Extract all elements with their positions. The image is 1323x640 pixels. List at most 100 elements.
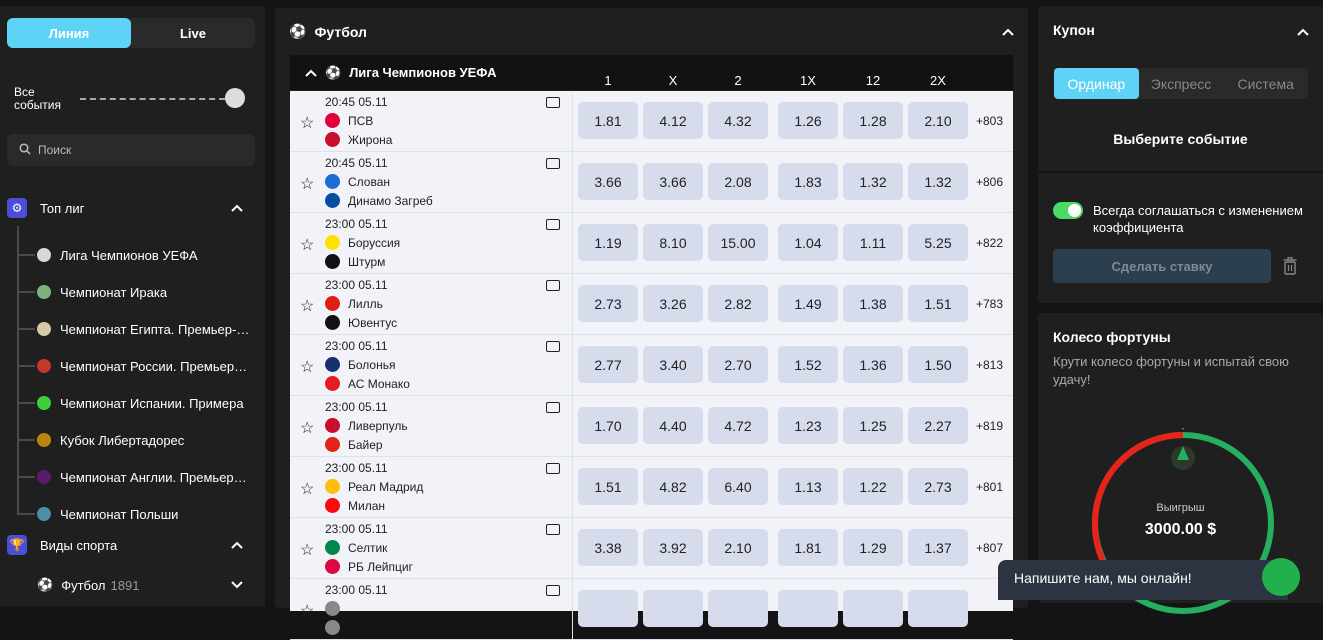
tv-icon[interactable] [546, 463, 560, 474]
team-away[interactable]: Штурм [325, 254, 385, 269]
odds-button[interactable]: 1.28 [843, 102, 903, 139]
odds-button[interactable]: 1.49 [778, 285, 838, 322]
star-icon[interactable]: ☆ [300, 235, 314, 255]
odds-button[interactable]: 1.29 [843, 529, 903, 566]
star-icon[interactable]: ☆ [300, 113, 314, 133]
team-home[interactable]: Болонья [325, 357, 395, 372]
team-away[interactable]: РБ Лейпциг [325, 559, 413, 574]
chat-widget[interactable]: Напишите нам, мы онлайн! [998, 560, 1288, 600]
league-title[interactable]: ⚽ Лига Чемпионов УЕФА [305, 65, 496, 81]
odds-button[interactable] [578, 590, 638, 627]
odds-button[interactable] [708, 590, 768, 627]
odds-button[interactable]: 2.08 [708, 163, 768, 200]
odds-button[interactable]: 2.82 [708, 285, 768, 322]
star-icon[interactable]: ☆ [300, 174, 314, 194]
odds-button[interactable]: 3.66 [643, 163, 703, 200]
sidebar-league-item[interactable]: Чемпионат России. Премьер-лига [17, 348, 257, 384]
odds-button[interactable]: 5.25 [908, 224, 968, 261]
odds-button[interactable]: 1.38 [843, 285, 903, 322]
more-markets-link[interactable]: +783 [976, 297, 1003, 311]
star-icon[interactable]: ☆ [300, 601, 314, 621]
odds-button[interactable] [643, 590, 703, 627]
odds-button[interactable]: 2.10 [708, 529, 768, 566]
team-away[interactable]: Ювентус [325, 315, 397, 330]
sidebar-league-item[interactable]: Чемпионат Египта. Премьер-лига [17, 311, 257, 347]
team-away[interactable]: Байер [325, 437, 383, 452]
odds-button[interactable]: 3.26 [643, 285, 703, 322]
tab-single[interactable]: Ординар [1054, 68, 1139, 99]
team-away[interactable]: АС Монако [325, 376, 410, 391]
top-leagues-header[interactable]: ⚙ Топ лиг [7, 195, 255, 221]
star-icon[interactable]: ☆ [300, 479, 314, 499]
odds-button[interactable]: 2.73 [908, 468, 968, 505]
star-icon[interactable]: ☆ [300, 418, 314, 438]
tv-icon[interactable] [546, 280, 560, 291]
sport-item-football[interactable]: ⚽ Футбол 1891 [7, 572, 255, 598]
more-markets-link[interactable]: +806 [976, 175, 1003, 189]
odds-button[interactable]: 1.36 [843, 346, 903, 383]
odds-button[interactable] [908, 590, 968, 627]
odds-button[interactable]: 15.00 [708, 224, 768, 261]
odds-button[interactable]: 4.72 [708, 407, 768, 444]
odds-button[interactable]: 1.22 [843, 468, 903, 505]
chevron-up-icon[interactable] [1297, 24, 1309, 39]
odds-button[interactable]: 4.12 [643, 102, 703, 139]
odds-button[interactable]: 3.66 [578, 163, 638, 200]
team-home[interactable]: Лилль [325, 296, 383, 311]
team-home[interactable]: Реал Мадрид [325, 479, 423, 494]
more-markets-link[interactable]: +822 [976, 236, 1003, 250]
odds-button[interactable]: 1.51 [908, 285, 968, 322]
odds-button[interactable]: 1.50 [908, 346, 968, 383]
collapse-chevron-icon[interactable] [1002, 24, 1014, 39]
odds-button[interactable]: 2.70 [708, 346, 768, 383]
odds-button[interactable]: 1.25 [843, 407, 903, 444]
odds-button[interactable]: 1.04 [778, 224, 838, 261]
star-icon[interactable]: ☆ [300, 540, 314, 560]
odds-button[interactable]: 1.23 [778, 407, 838, 444]
sidebar-league-item[interactable]: Чемпионат Польши [17, 496, 257, 532]
team-home[interactable]: Боруссия [325, 235, 400, 250]
odds-button[interactable]: 1.37 [908, 529, 968, 566]
sidebar-league-item[interactable]: Чемпионат Англии. Премьер-лига [17, 459, 257, 495]
odds-button[interactable]: 3.38 [578, 529, 638, 566]
tv-icon[interactable] [546, 158, 560, 169]
odds-button[interactable]: 1.81 [778, 529, 838, 566]
odds-button[interactable]: 1.19 [578, 224, 638, 261]
search-input[interactable]: Поиск [7, 134, 255, 166]
odds-button[interactable]: 1.83 [778, 163, 838, 200]
tv-icon[interactable] [546, 219, 560, 230]
more-markets-link[interactable]: +819 [976, 419, 1003, 433]
odds-button[interactable] [778, 590, 838, 627]
odds-button[interactable]: 1.26 [778, 102, 838, 139]
tv-icon[interactable] [546, 341, 560, 352]
odds-button[interactable]: 1.13 [778, 468, 838, 505]
star-icon[interactable]: ☆ [300, 296, 314, 316]
odds-button[interactable]: 1.32 [908, 163, 968, 200]
odds-button[interactable]: 2.10 [908, 102, 968, 139]
trash-icon[interactable] [1283, 257, 1297, 275]
tv-icon[interactable] [546, 97, 560, 108]
odds-button[interactable]: 3.40 [643, 346, 703, 383]
tab-system[interactable]: Система [1223, 68, 1308, 99]
team-home[interactable]: Селтик [325, 540, 387, 555]
more-markets-link[interactable]: +813 [976, 358, 1003, 372]
sidebar-league-item[interactable]: Лига Чемпионов УЕФА [17, 237, 257, 273]
odds-button[interactable]: 8.10 [643, 224, 703, 261]
tab-express[interactable]: Экспресс [1139, 68, 1224, 99]
odds-button[interactable]: 1.70 [578, 407, 638, 444]
star-icon[interactable]: ☆ [300, 357, 314, 377]
slider-handle[interactable] [225, 88, 245, 108]
sidebar-league-item[interactable]: Чемпионат Испании. Примера [17, 385, 257, 421]
accept-odds-toggle[interactable] [1053, 202, 1083, 219]
team-away[interactable]: Динамо Загреб [325, 193, 433, 208]
odds-button[interactable]: 1.51 [578, 468, 638, 505]
chat-button[interactable] [1262, 558, 1300, 596]
sidebar-league-item[interactable]: Кубок Либертадорес [17, 422, 257, 458]
more-markets-link[interactable]: +801 [976, 480, 1003, 494]
tv-icon[interactable] [546, 524, 560, 535]
tv-icon[interactable] [546, 402, 560, 413]
odds-button[interactable]: 6.40 [708, 468, 768, 505]
team-away[interactable]: Жирона [325, 132, 392, 147]
sidebar-league-item[interactable]: Чемпионат Ирака [17, 274, 257, 310]
tab-line[interactable]: Линия [7, 18, 131, 48]
